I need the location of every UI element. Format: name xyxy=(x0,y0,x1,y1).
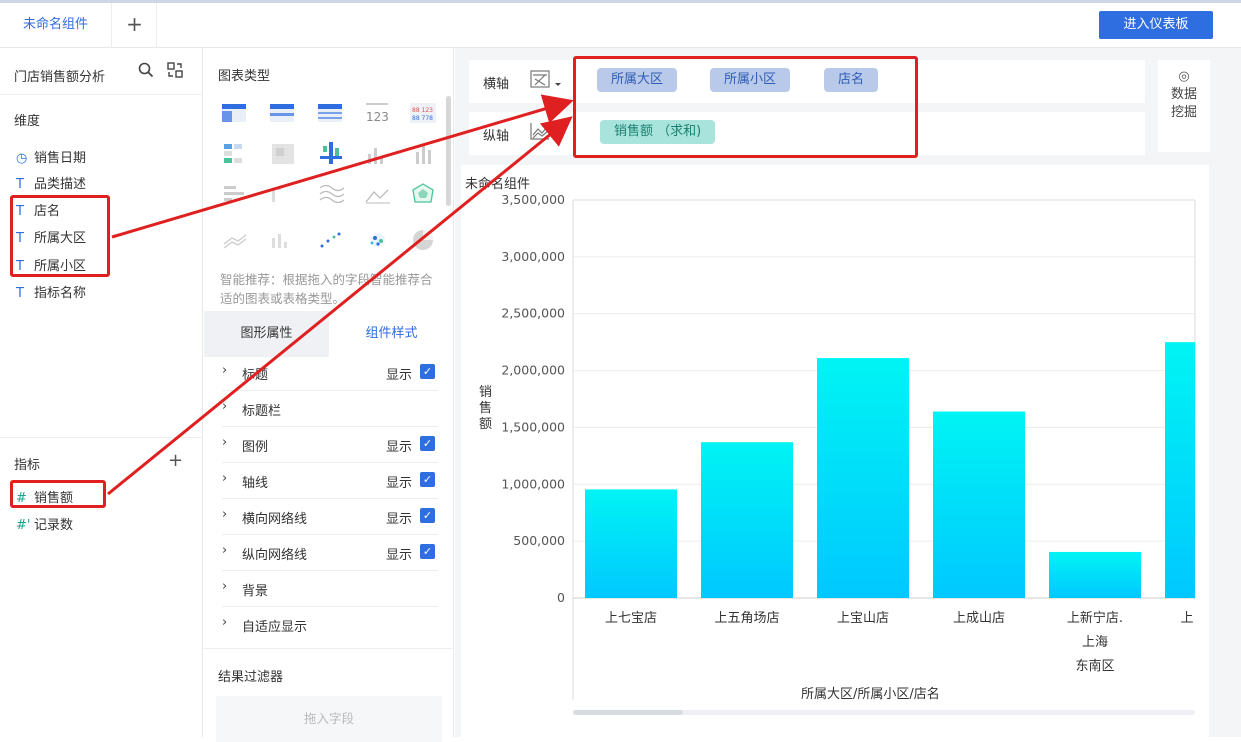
arrow-measure-to-y-axis xyxy=(107,116,573,496)
arrow-dimensions-to-x-axis xyxy=(111,94,574,239)
annotation-arrows xyxy=(107,94,574,496)
